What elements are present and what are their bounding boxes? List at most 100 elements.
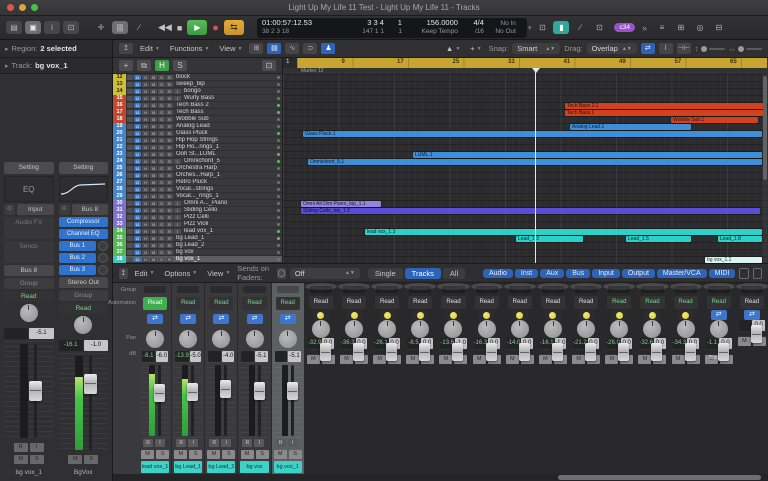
- automation-read-button[interactable]: Read: [309, 296, 333, 309]
- fader-handle[interactable]: [519, 343, 530, 361]
- record-enable-button[interactable]: R: [14, 443, 28, 452]
- strip-view-icon[interactable]: [739, 268, 748, 279]
- track-on-off-button[interactable]: U: [134, 138, 141, 143]
- track-row[interactable]: 32UHMSRIPizz Celli: [113, 214, 282, 221]
- solo-button[interactable]: S: [158, 145, 165, 150]
- horizontal-zoom-slider[interactable]: ↔: [729, 44, 763, 53]
- pan-knob[interactable]: [378, 320, 396, 338]
- solo-button[interactable]: S: [158, 96, 165, 101]
- hide-button[interactable]: H: [142, 166, 149, 171]
- solo-button[interactable]: S: [158, 243, 165, 248]
- dual-mixer-icon[interactable]: [753, 268, 762, 279]
- pan-knob[interactable]: [279, 330, 297, 348]
- hide-button[interactable]: H: [142, 89, 149, 94]
- fader-handle[interactable]: [29, 381, 42, 401]
- bar-ruler[interactable]: 1917253341495765 Marker 12: [283, 58, 767, 74]
- disclosure-icon[interactable]: ▸: [5, 62, 9, 70]
- mute-button[interactable]: M: [150, 152, 157, 157]
- instrument-input-icon[interactable]: [644, 310, 660, 320]
- hide-button[interactable]: H: [142, 229, 149, 234]
- record-enable-button[interactable]: R: [166, 215, 173, 220]
- mute-button[interactable]: M: [150, 82, 157, 87]
- track-row[interactable]: 35UHMSRbg Lead_1: [113, 235, 282, 242]
- filter-button-inst[interactable]: Inst: [515, 269, 538, 278]
- mixer-nudge-icon[interactable]: ↥: [119, 268, 128, 279]
- filter-button-master-vca[interactable]: Master/VCA: [657, 269, 707, 278]
- master-solo-button[interactable]: S: [173, 60, 187, 71]
- input-slot[interactable]: Input: [17, 204, 54, 215]
- solo-button[interactable]: S: [256, 450, 269, 459]
- solo-button[interactable]: S: [158, 229, 165, 234]
- input-monitor-button[interactable]: I: [174, 159, 181, 164]
- channel-name[interactable]: bg Lead_1: [174, 461, 202, 473]
- output-slot[interactable]: Stereo Out: [59, 277, 109, 288]
- mute-button[interactable]: M: [373, 355, 386, 364]
- group-slot[interactable]: [274, 284, 302, 296]
- fader-handle[interactable]: [287, 382, 298, 400]
- track-on-off-button[interactable]: U: [134, 229, 141, 234]
- group-slot[interactable]: [473, 284, 501, 295]
- mute-button[interactable]: M: [274, 450, 287, 459]
- track-row[interactable]: 14UHMSRIbongo: [113, 88, 282, 95]
- mixer-strip[interactable]: Read⇄-1.10.0BncMSStereo Out: [703, 283, 735, 290]
- track-inspector-header[interactable]: ▸ Track: bg vox_1: [0, 58, 112, 74]
- mixer-strip[interactable]: Read-8.50.0MSDrums: [404, 283, 436, 290]
- mute-button[interactable]: M: [672, 355, 685, 364]
- instrument-input-icon[interactable]: [346, 310, 362, 320]
- scope-button-single[interactable]: Single: [368, 268, 403, 279]
- mixer-menu-options[interactable]: Options▼: [161, 269, 200, 278]
- channel-name[interactable]: bg vox: [240, 461, 268, 473]
- group-slot[interactable]: [141, 284, 169, 296]
- input-monitor-button[interactable]: I: [174, 229, 181, 234]
- record-enable-button[interactable]: R: [166, 229, 173, 234]
- channel-name[interactable]: bg vox_1: [274, 461, 302, 473]
- record-enable-button[interactable]: R: [166, 250, 173, 255]
- fader-handle[interactable]: [552, 343, 563, 361]
- scope-button-all[interactable]: All: [443, 268, 465, 279]
- metronome-icon[interactable]: ▮: [553, 21, 569, 34]
- bounce-button[interactable]: Bnc: [709, 355, 718, 361]
- instrument-input-icon[interactable]: [412, 310, 428, 320]
- record-enable-button[interactable]: R: [176, 439, 186, 447]
- send-knob[interactable]: [98, 265, 108, 275]
- mixer-strip[interactable]: Read-16.1-1.0MSBgVox: [537, 283, 569, 290]
- instrument-input-icon[interactable]: [379, 310, 395, 320]
- arrange-grid[interactable]: Tech Bass 2.1Tech Bass.1Wobble Sub.1Anal…: [283, 74, 767, 263]
- automation-read-button[interactable]: Read: [441, 296, 465, 309]
- mute-button[interactable]: M: [150, 257, 157, 262]
- pan-knob[interactable]: [411, 320, 429, 338]
- mute-button[interactable]: M: [307, 355, 320, 364]
- filter-button-audio[interactable]: Audio: [483, 269, 513, 278]
- pan-knob[interactable]: [643, 320, 661, 338]
- solo-button[interactable]: S: [84, 455, 98, 464]
- stereo-format-icon[interactable]: ⇄: [247, 314, 263, 324]
- hide-button[interactable]: H: [142, 145, 149, 150]
- auto-zoom-icon[interactable]: ⊣⊢: [677, 43, 691, 54]
- hide-button[interactable]: H: [142, 215, 149, 220]
- record-enable-button[interactable]: R: [143, 439, 153, 447]
- track-row[interactable]: 27UHMSRRetro Pluck: [113, 179, 282, 186]
- fader-handle[interactable]: [718, 343, 729, 361]
- send-slot[interactable]: Bus 2: [59, 253, 97, 263]
- mute-button[interactable]: M: [439, 355, 452, 364]
- toolbar-overflow-icon[interactable]: »: [642, 23, 647, 33]
- input-monitor-button[interactable]: I: [288, 439, 298, 447]
- track-on-off-button[interactable]: U: [134, 173, 141, 178]
- track-row[interactable]: 38UHMSRbg vox_1: [113, 256, 282, 263]
- mute-button[interactable]: M: [150, 75, 157, 80]
- record-enable-button[interactable]: R: [166, 131, 173, 136]
- record-enable-button[interactable]: R: [166, 180, 173, 185]
- record-enable-button[interactable]: R: [276, 439, 286, 447]
- region[interactable]: Wobble Sub.1: [671, 117, 758, 123]
- fader-handle[interactable]: [651, 343, 662, 361]
- solo-button[interactable]: S: [158, 208, 165, 213]
- group-slot[interactable]: [738, 284, 766, 295]
- hide-button[interactable]: H: [142, 194, 149, 199]
- media-browser-icon[interactable]: ⊟: [711, 21, 727, 34]
- solo-button[interactable]: S: [158, 250, 165, 255]
- filter-button-aux[interactable]: Aux: [540, 269, 564, 278]
- track-row[interactable]: 22UHMSRHip Ho...rings_1: [113, 144, 282, 151]
- group-slot[interactable]: [439, 284, 467, 295]
- volume-fader[interactable]: [224, 365, 227, 436]
- group-slot[interactable]: [672, 284, 700, 295]
